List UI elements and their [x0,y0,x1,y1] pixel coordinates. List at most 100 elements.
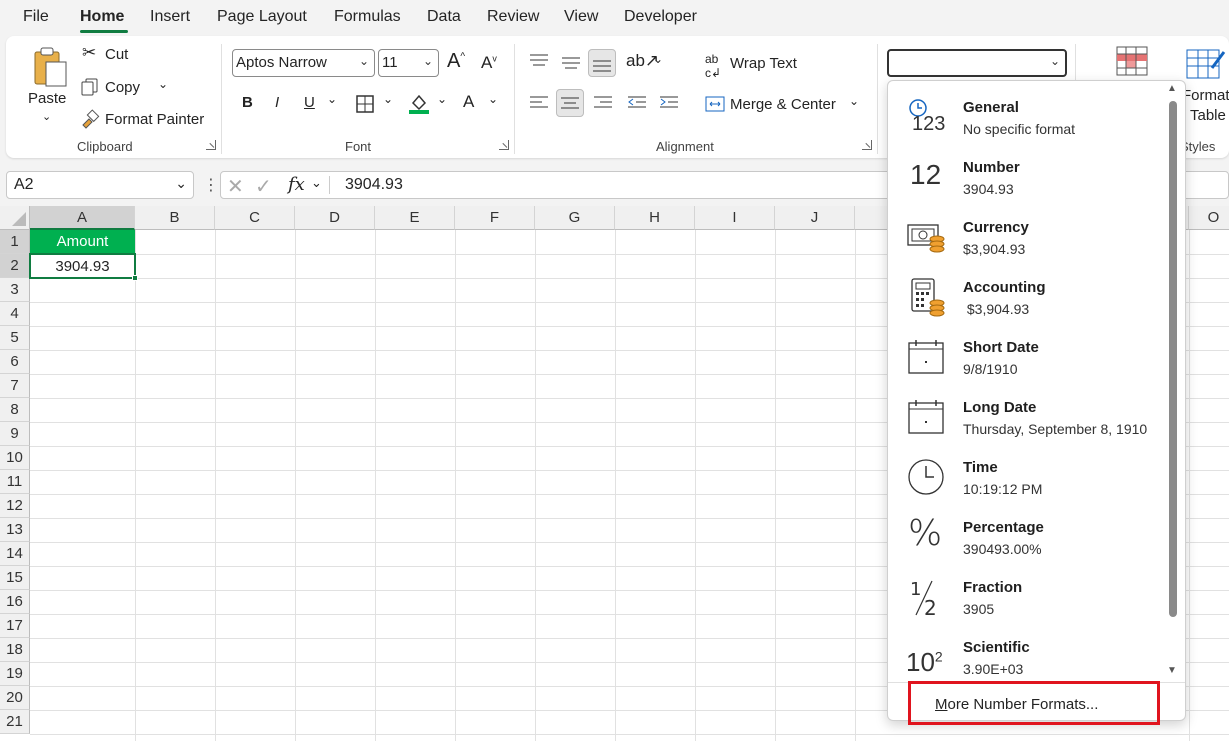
row-header-14[interactable]: 14 [0,542,30,566]
formula-input[interactable]: 3904.93 [345,176,403,194]
row-header-10[interactable]: 10 [0,446,30,470]
merge-center-button[interactable]: Merge & Center ⌄ [705,93,865,117]
row-header-5[interactable]: 5 [0,326,30,350]
column-header-e[interactable]: E [375,206,455,230]
column-header-j[interactable]: J [775,206,855,230]
tab-formulas[interactable]: Formulas [334,8,401,26]
row-header-8[interactable]: 8 [0,398,30,422]
format-as-table-label-1[interactable]: Format [1182,87,1229,104]
format-painter-button[interactable]: Format Painter [80,108,210,132]
scrollbar-thumb[interactable] [1169,101,1177,617]
enter-icon[interactable]: ✓ [255,174,272,199]
tab-insert[interactable]: Insert [150,8,190,26]
column-header-i[interactable]: I [695,206,775,230]
decrease-indent-icon[interactable] [626,94,648,112]
format-currency[interactable]: Currency $3,904.93 [888,207,1166,267]
row-header-1[interactable]: 1 [0,230,30,254]
column-header-h[interactable]: H [615,206,695,230]
tab-page-layout[interactable]: Page Layout [217,8,307,26]
grow-font-button[interactable]: A^ [447,50,465,73]
row-header-18[interactable]: 18 [0,638,30,662]
row-header-3[interactable]: 3 [0,278,30,302]
bold-button[interactable]: B [242,94,253,111]
row-header-4[interactable]: 4 [0,302,30,326]
name-box[interactable]: A2 ⌄ [6,171,194,199]
align-center-button[interactable] [556,89,584,117]
row-header-19[interactable]: 19 [0,662,30,686]
chevron-down-icon[interactable]: ⌄ [327,92,337,106]
paste-button[interactable]: Paste ⌄ [26,46,74,126]
row-header-16[interactable]: 16 [0,590,30,614]
scroll-down-icon[interactable]: ▼ [1167,665,1177,676]
alignment-launcher-icon[interactable] [862,140,872,150]
row-header-9[interactable]: 9 [0,422,30,446]
insert-function-button[interactable]: fx [288,174,305,195]
chevron-down-icon[interactable]: ⌄ [437,92,447,106]
row-header-15[interactable]: 15 [0,566,30,590]
chevron-down-icon[interactable]: ⌄ [383,92,393,106]
format-time[interactable]: Time 10:19:12 PM [888,447,1166,507]
tab-data[interactable]: Data [427,8,461,26]
font-color-button[interactable]: A [463,92,474,112]
align-middle-icon[interactable] [560,54,582,72]
dropdown-scrollbar[interactable]: ▲ ▼ [1166,83,1180,679]
row-header-2[interactable]: 2 [0,254,30,278]
italic-button[interactable]: I [275,94,279,111]
tab-home[interactable]: Home [80,8,124,26]
row-header-17[interactable]: 17 [0,614,30,638]
row-header-21[interactable]: 21 [0,710,30,734]
fill-handle[interactable] [132,275,138,281]
format-percentage[interactable]: % Percentage 390493.00% [888,507,1166,567]
column-header-g[interactable]: G [535,206,615,230]
underline-button[interactable]: U [304,94,315,111]
conditional-formatting-icon[interactable] [1116,46,1148,76]
tab-file[interactable]: File [23,8,49,26]
format-fraction[interactable]: 1 2 Fraction 3905 [888,567,1166,627]
chevron-down-icon[interactable]: ⌄ [653,52,663,66]
format-short-date[interactable]: Short Date 9/8/1910 [888,327,1166,387]
row-header-6[interactable]: 6 [0,350,30,374]
column-header-d[interactable]: D [295,206,375,230]
column-header-c[interactable]: C [215,206,295,230]
copy-button[interactable]: Copy ⌄ [80,76,170,100]
row-header-11[interactable]: 11 [0,470,30,494]
shrink-font-button[interactable]: Av [481,53,497,73]
row-header-20[interactable]: 20 [0,686,30,710]
chevron-down-icon[interactable]: ⌄ [311,175,322,191]
font-name-combo[interactable]: Aptos Narrow ⌄ [232,49,375,77]
number-format-combo[interactable]: ⌄ [887,49,1067,77]
chevron-down-icon[interactable]: ⌄ [488,92,498,106]
column-header-f[interactable]: F [455,206,535,230]
increase-indent-icon[interactable] [658,94,680,112]
format-as-table-label-2[interactable]: Table [1190,107,1226,124]
align-left-icon[interactable] [528,94,550,112]
align-top-icon[interactable] [528,52,550,70]
format-scientific[interactable]: 102 Scientific 3.90E+03 [888,627,1166,687]
column-header-b[interactable]: B [135,206,215,230]
more-options-icon[interactable]: ⋮ [203,175,219,195]
cut-button[interactable]: ✂ Cut [82,43,142,67]
align-right-icon[interactable] [592,94,614,112]
tab-review[interactable]: Review [487,8,539,26]
cell-a2[interactable]: 3904.93 [29,253,138,281]
column-header-o[interactable]: O [1189,206,1229,230]
format-long-date[interactable]: Long Date Thursday, September 8, 1910 [888,387,1166,447]
tab-view[interactable]: View [564,8,598,26]
font-size-combo[interactable]: 11 ⌄ [378,49,439,77]
clipboard-launcher-icon[interactable] [206,140,216,150]
select-all-corner[interactable] [0,206,30,230]
wrap-text-button[interactable]: ab c↲ Wrap Text [705,52,815,80]
more-number-formats-button[interactable]: More Number Formats... [908,681,1160,725]
format-as-table-icon[interactable] [1186,46,1226,80]
format-accounting[interactable]: Accounting $3,904.93 [888,267,1166,327]
column-header-a[interactable]: A [30,206,135,230]
borders-icon[interactable] [355,94,375,114]
row-header-12[interactable]: 12 [0,494,30,518]
fill-color-icon[interactable] [407,91,431,115]
format-general[interactable]: 123 General No specific format [888,87,1166,147]
tab-developer[interactable]: Developer [624,8,697,26]
cell-a1[interactable]: Amount [30,230,135,254]
format-number[interactable]: 12 Number 3904.93 [888,147,1166,207]
font-launcher-icon[interactable] [499,140,509,150]
align-bottom-button[interactable] [588,49,616,77]
